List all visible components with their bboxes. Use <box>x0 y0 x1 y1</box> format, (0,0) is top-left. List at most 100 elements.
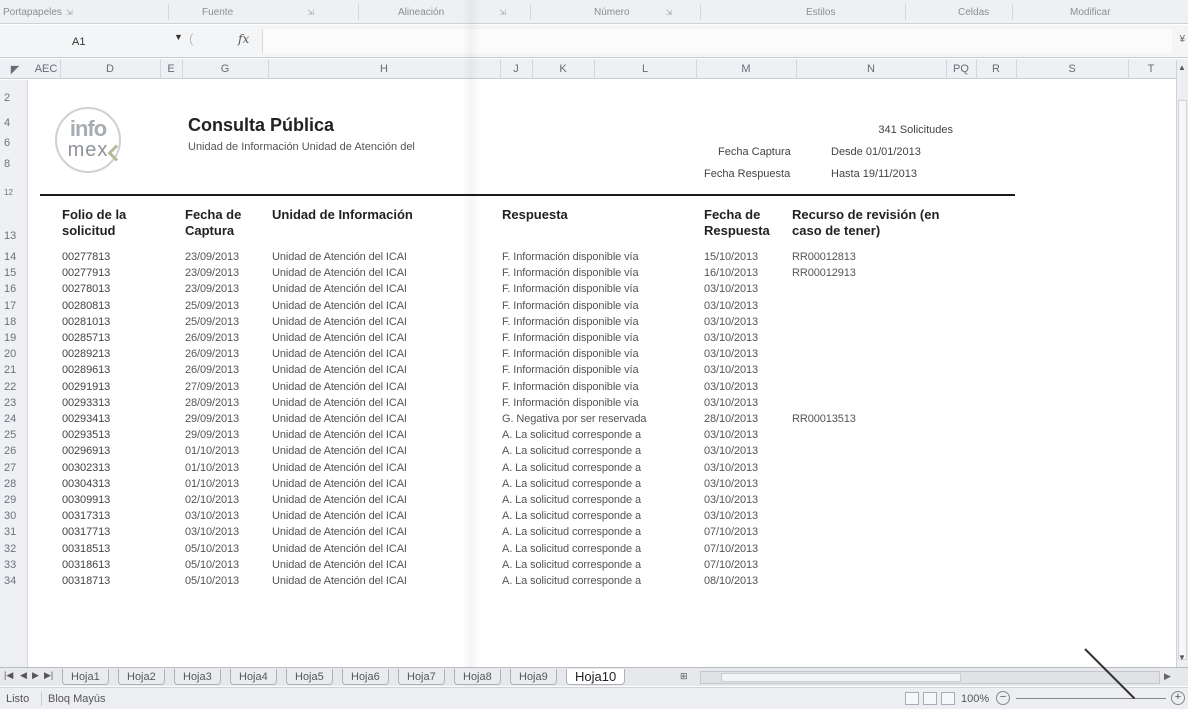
cell-unidad[interactable]: Unidad de Atención del ICAI <box>272 300 407 312</box>
cell-unidad[interactable]: Unidad de Atención del ICAI <box>272 478 407 490</box>
zoom-out-icon[interactable]: − <box>996 691 1010 705</box>
cell-captura[interactable]: 01/10/2013 <box>185 462 239 474</box>
cell-fecha[interactable]: 03/10/2013 <box>704 462 758 474</box>
select-all-corner[interactable]: ◤ <box>6 63 24 76</box>
cell-respuesta[interactable]: F. Información disponible vía <box>502 332 639 344</box>
sheet-tab[interactable]: Hoja3 <box>174 669 221 685</box>
cell-unidad[interactable]: Unidad de Atención del ICAI <box>272 348 407 360</box>
cell-respuesta[interactable]: A. La solicitud corresponde a <box>502 445 641 457</box>
cell-folio[interactable]: 00318613 <box>62 559 110 571</box>
cell-fecha[interactable]: 15/10/2013 <box>704 251 758 263</box>
row-number[interactable]: 21 <box>0 364 28 376</box>
cell-captura[interactable]: 26/09/2013 <box>185 348 239 360</box>
row-number[interactable]: 2 <box>0 92 28 104</box>
row-number[interactable]: 14 <box>0 251 28 263</box>
cell-captura[interactable]: 05/10/2013 <box>185 559 239 571</box>
cell-folio[interactable]: 00304313 <box>62 478 110 490</box>
row-number[interactable]: 26 <box>0 445 28 457</box>
cell-captura[interactable]: 02/10/2013 <box>185 494 239 506</box>
cell-respuesta[interactable]: F. Información disponible vía <box>502 397 639 409</box>
cell-fecha[interactable]: 28/10/2013 <box>704 413 758 425</box>
column-header[interactable]: PQ <box>946 63 976 75</box>
row-number[interactable]: 12 <box>0 188 28 197</box>
sheet-tab[interactable]: Hoja8 <box>454 669 501 685</box>
cell-folio[interactable]: 00293513 <box>62 429 110 441</box>
column-header[interactable]: M <box>696 63 796 75</box>
cell-fecha[interactable]: 03/10/2013 <box>704 364 758 376</box>
row-number[interactable]: 28 <box>0 478 28 490</box>
cell-folio[interactable]: 00278013 <box>62 283 110 295</box>
sheet-tab[interactable]: Hoja9 <box>510 669 557 685</box>
cell-recurso[interactable]: RR00012913 <box>792 267 856 279</box>
cell-unidad[interactable]: Unidad de Atención del ICAI <box>272 251 407 263</box>
row-number[interactable]: 25 <box>0 429 28 441</box>
sheet-tab-active[interactable]: Hoja10 <box>566 669 626 685</box>
cell-captura[interactable]: 26/09/2013 <box>185 364 239 376</box>
cell-unidad[interactable]: Unidad de Atención del ICAI <box>272 510 407 522</box>
ribbon-group-fuente[interactable]: Fuente ⇲ <box>202 7 314 18</box>
column-header[interactable]: G <box>182 63 268 75</box>
cell-respuesta[interactable]: A. La solicitud corresponde a <box>502 543 641 555</box>
cell-respuesta[interactable]: A. La solicitud corresponde a <box>502 478 641 490</box>
zoom-in-icon[interactable]: + <box>1171 691 1185 705</box>
cell-folio[interactable]: 00302313 <box>62 462 110 474</box>
cell-respuesta[interactable]: F. Información disponible vía <box>502 251 639 263</box>
dialog-launcher-icon[interactable]: ⇲ <box>666 8 673 17</box>
row-number[interactable]: 30 <box>0 510 28 522</box>
cell-captura[interactable]: 03/10/2013 <box>185 526 239 538</box>
cell-fecha[interactable]: 03/10/2013 <box>704 429 758 441</box>
cell-unidad[interactable]: Unidad de Atención del ICAI <box>272 445 407 457</box>
ribbon-group-alineacion[interactable]: Alineación ⇲ <box>398 7 506 18</box>
cell-folio[interactable]: 00281013 <box>62 316 110 328</box>
sheet-tab[interactable]: Hoja5 <box>286 669 333 685</box>
cell-fecha[interactable]: 03/10/2013 <box>704 316 758 328</box>
ribbon-group-modificar[interactable]: Modificar <box>1070 7 1111 18</box>
row-number[interactable]: 24 <box>0 413 28 425</box>
cell-captura[interactable]: 29/09/2013 <box>185 429 239 441</box>
cell-respuesta[interactable]: F. Información disponible vía <box>502 316 639 328</box>
cell-unidad[interactable]: Unidad de Atención del ICAI <box>272 267 407 279</box>
cell-respuesta[interactable]: A. La solicitud corresponde a <box>502 429 641 441</box>
cell-folio[interactable]: 00277913 <box>62 267 110 279</box>
cell-fecha[interactable]: 03/10/2013 <box>704 283 758 295</box>
dialog-launcher-icon[interactable]: ⇲ <box>66 8 73 17</box>
cell-folio[interactable]: 00293413 <box>62 413 110 425</box>
zoom-slider[interactable] <box>1016 698 1166 699</box>
cell-captura[interactable]: 01/10/2013 <box>185 478 239 490</box>
cell-captura[interactable]: 23/09/2013 <box>185 267 239 279</box>
cell-respuesta[interactable]: A. La solicitud corresponde a <box>502 526 641 538</box>
column-header[interactable]: L <box>594 63 696 75</box>
cell-respuesta[interactable]: A. La solicitud corresponde a <box>502 575 641 587</box>
insert-function-icon[interactable]: fx <box>238 32 249 46</box>
cell-respuesta[interactable]: F. Información disponible vía <box>502 283 639 295</box>
column-header[interactable]: S <box>1016 63 1128 75</box>
cell-captura[interactable]: 28/09/2013 <box>185 397 239 409</box>
cell-folio[interactable]: 00285713 <box>62 332 110 344</box>
cell-unidad[interactable]: Unidad de Atención del ICAI <box>272 283 407 295</box>
row-number[interactable]: 18 <box>0 316 28 328</box>
cell-fecha[interactable]: 03/10/2013 <box>704 348 758 360</box>
horizontal-scrollbar[interactable] <box>700 671 1160 684</box>
row-number[interactable]: 8 <box>0 158 28 170</box>
cell-folio[interactable]: 00318513 <box>62 543 110 555</box>
cell-fecha[interactable]: 07/10/2013 <box>704 559 758 571</box>
cell-captura[interactable]: 29/09/2013 <box>185 413 239 425</box>
column-header[interactable]: R <box>976 63 1016 75</box>
dialog-launcher-icon[interactable]: ⇲ <box>307 8 314 17</box>
cell-captura[interactable]: 05/10/2013 <box>185 575 239 587</box>
cell-unidad[interactable]: Unidad de Atención del ICAI <box>272 364 407 376</box>
row-number[interactable]: 16 <box>0 283 28 295</box>
cell-respuesta[interactable]: F. Información disponible vía <box>502 267 639 279</box>
sheet-tab[interactable]: Hoja4 <box>230 669 277 685</box>
cancel-entry-icon[interactable]: ( <box>189 31 193 46</box>
row-number[interactable]: 29 <box>0 494 28 506</box>
cell-unidad[interactable]: Unidad de Atención del ICAI <box>272 381 407 393</box>
row-number[interactable]: 15 <box>0 267 28 279</box>
cell-unidad[interactable]: Unidad de Atención del ICAI <box>272 413 407 425</box>
name-box-dropdown-icon[interactable]: ▼ <box>174 32 183 42</box>
row-number[interactable]: 33 <box>0 559 28 571</box>
cell-fecha[interactable]: 03/10/2013 <box>704 397 758 409</box>
cell-folio[interactable]: 00277813 <box>62 251 110 263</box>
cell-fecha[interactable]: 16/10/2013 <box>704 267 758 279</box>
row-number[interactable]: 23 <box>0 397 28 409</box>
